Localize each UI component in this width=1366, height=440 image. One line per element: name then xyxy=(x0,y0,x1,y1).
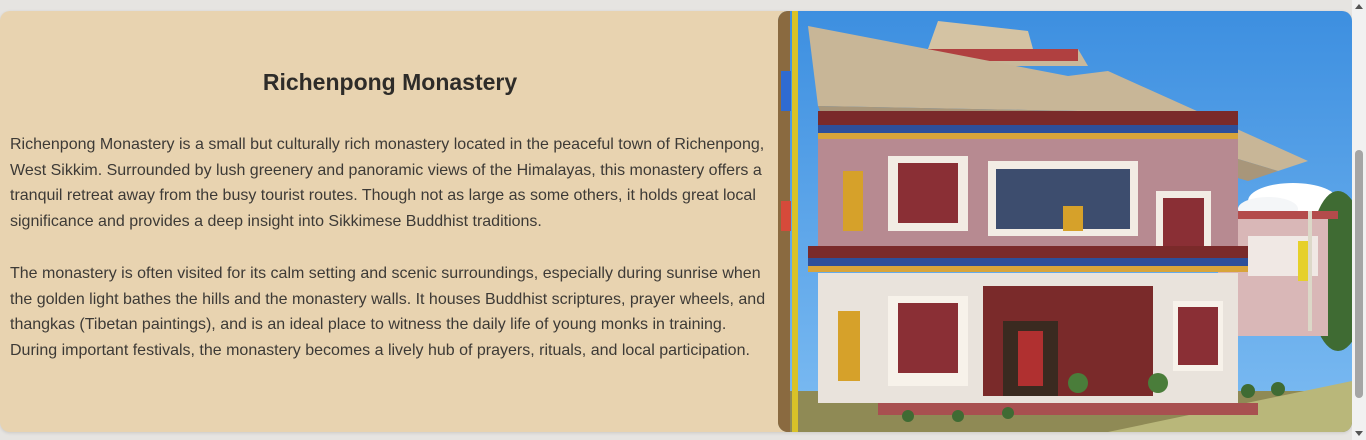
monastery-photo xyxy=(778,11,1352,432)
monastery-visit-paragraph: The monastery is often visited for its c… xyxy=(10,265,766,359)
monastery-description-paragraph: Richenpong Monastery is a small but cult… xyxy=(10,136,765,230)
page-scrollbar[interactable] xyxy=(1352,0,1366,440)
scroll-up-arrow-icon[interactable] xyxy=(1355,4,1363,9)
scroll-down-arrow-icon[interactable] xyxy=(1355,431,1363,436)
monastery-text-column: Richenpong Monastery Richenpong Monaster… xyxy=(0,11,778,432)
scroll-thumb[interactable] xyxy=(1355,150,1363,398)
monastery-title: Richenpong Monastery xyxy=(262,69,518,95)
monastery-card: Richenpong Monastery Richenpong Monaster… xyxy=(0,11,1352,432)
